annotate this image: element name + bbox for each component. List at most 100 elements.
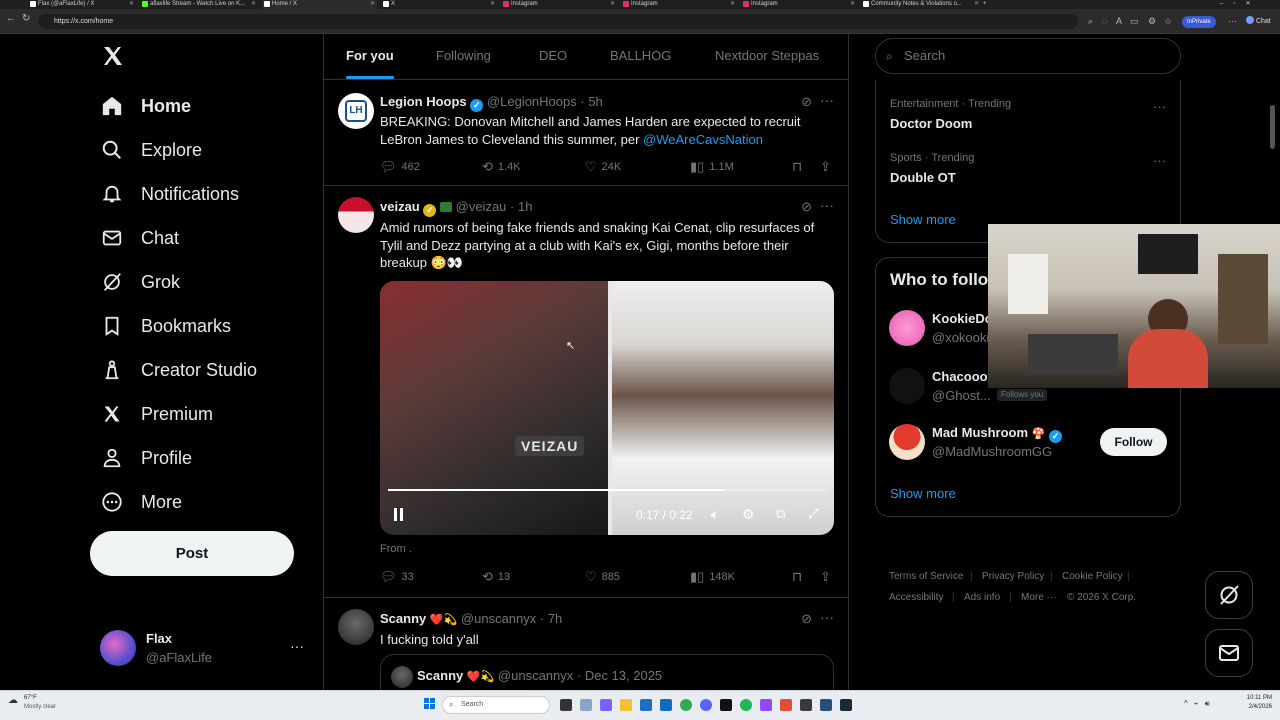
taskbar-search[interactable]: ⌕ Search xyxy=(442,696,550,714)
app-icon[interactable] xyxy=(600,699,612,711)
reply-button[interactable]: 💬︎ 33 xyxy=(380,569,414,585)
scrollbar-thumb[interactable] xyxy=(1270,105,1275,149)
obs-icon[interactable] xyxy=(720,699,732,711)
author-name[interactable]: Scanny xyxy=(380,611,426,626)
tab-for-you[interactable]: For you xyxy=(346,48,394,63)
messages-float-button[interactable] xyxy=(1205,629,1253,677)
share-button[interactable]: ⇪ xyxy=(820,569,836,585)
author-handle[interactable]: @veizau xyxy=(456,199,507,214)
post-button[interactable]: Post xyxy=(90,531,294,576)
video-progress-track[interactable] xyxy=(388,489,826,491)
tab-nextdoor-steppas[interactable]: Nextdoor Steppas xyxy=(715,48,819,63)
steam-icon[interactable] xyxy=(840,699,852,711)
grok-icon[interactable]: ⊘ xyxy=(801,199,812,215)
more-dots-icon[interactable]: ··· xyxy=(820,92,834,108)
quote-tweet[interactable]: Scanny ❤️💫 @unscannyx · Dec 13, 2025 xyxy=(380,654,834,690)
store-icon[interactable] xyxy=(640,699,652,711)
file-explorer-icon[interactable] xyxy=(620,699,632,711)
avatar[interactable] xyxy=(889,368,925,404)
inprivate-badge[interactable]: InPrivate xyxy=(1182,16,1216,28)
tracking-icon[interactable]: ◌ xyxy=(1102,16,1107,26)
reply-button[interactable]: 💬︎ 462 xyxy=(380,159,420,175)
suggestion-name[interactable]: Mad Mushroom 🍄 ✓ xyxy=(932,425,1063,443)
browser-tab[interactable]: Instagram ✕ xyxy=(621,0,737,9)
nav-grok[interactable]: Grok xyxy=(100,264,180,300)
nav-more[interactable]: More xyxy=(100,484,182,520)
like-button[interactable]: ♡ 24K xyxy=(585,159,621,175)
task-view-icon[interactable] xyxy=(560,699,572,711)
grok-float-button[interactable] xyxy=(1205,571,1253,619)
tab-ballhog[interactable]: BALLHOG xyxy=(610,48,671,63)
nav-explore[interactable]: Explore xyxy=(100,132,202,168)
weather-icon[interactable]: ☁ xyxy=(8,695,18,706)
browser-tab[interactable]: aflaxlife Stream - Watch Live on K... ✕ xyxy=(140,0,258,9)
browser-tab[interactable]: Community Notes & Violations o... ✕ xyxy=(861,0,981,9)
app-icon[interactable] xyxy=(780,699,792,711)
more-dots-icon[interactable]: ··· xyxy=(1153,153,1166,168)
nav-notifications[interactable]: Notifications xyxy=(100,176,239,212)
spotify-icon[interactable] xyxy=(740,699,752,711)
app-icon[interactable] xyxy=(800,699,812,711)
browser-tab[interactable]: Instagram ✕ xyxy=(501,0,617,9)
more-dots-icon[interactable]: ··· xyxy=(290,638,304,654)
tweet-time[interactable]: · 5h xyxy=(580,94,602,109)
grok-icon[interactable]: ⊘ xyxy=(801,94,812,110)
footer-link[interactable]: More ··· xyxy=(1021,592,1057,603)
share-button[interactable]: ⇪ xyxy=(820,159,836,175)
clock-date[interactable]: 2/4/2026 xyxy=(1232,704,1272,710)
nav-profile[interactable]: Profile xyxy=(100,440,192,476)
app-icon[interactable] xyxy=(820,699,832,711)
author-handle[interactable]: @unscannyx xyxy=(461,611,536,626)
footer-link[interactable]: Privacy Policy xyxy=(982,571,1044,582)
back-icon[interactable]: ← xyxy=(6,13,16,24)
tweet-time[interactable]: · 1h xyxy=(510,199,532,214)
follow-button[interactable]: Follow xyxy=(1100,428,1167,456)
author-name[interactable]: veizau xyxy=(380,199,420,214)
bookmark-button[interactable]: ⊓ xyxy=(792,159,807,175)
window-controls[interactable]: –▫✕ xyxy=(1220,0,1280,9)
footer-link[interactable]: Terms of Service xyxy=(889,571,963,582)
mention-link[interactable]: @WeAreCavsNation xyxy=(643,132,763,147)
tweet[interactable]: veizau ✓ @veizau · 1h ⊘ ··· Amid rumors … xyxy=(324,186,848,598)
system-tray-icons[interactable]: ^⌁🔊︎ xyxy=(1184,699,1216,709)
pause-icon[interactable] xyxy=(392,507,406,523)
url-field[interactable]: https://x.com/home xyxy=(38,14,1078,29)
refresh-icon[interactable]: ↻ xyxy=(22,13,30,24)
like-button[interactable]: ♡ 885 xyxy=(585,569,620,585)
tab-deo[interactable]: DEO xyxy=(539,48,567,63)
x-logo[interactable] xyxy=(101,44,125,73)
nav-premium[interactable]: Premium xyxy=(100,396,213,432)
twitch-icon[interactable] xyxy=(760,699,772,711)
trend-item[interactable]: Doctor Doom xyxy=(890,116,972,131)
video-player[interactable]: VEIZAU 0:17 / 0:22 🔈︎ ⚙ ⧉ ⤢ ↖ xyxy=(380,281,834,535)
browser-tab-active[interactable]: Home / X ✕ xyxy=(262,0,377,9)
widgets-icon[interactable] xyxy=(580,699,592,711)
show-more-link[interactable]: Show more xyxy=(890,212,956,227)
author-name[interactable]: Legion Hoops xyxy=(380,94,467,109)
volume-icon[interactable]: 🔈︎ xyxy=(711,506,719,523)
fullscreen-icon[interactable]: ⤢ xyxy=(808,506,818,522)
settings-gear-icon[interactable]: ⚙ xyxy=(742,506,755,523)
nav-creator-studio[interactable]: Creator Studio xyxy=(100,352,257,388)
nav-home[interactable]: Home xyxy=(100,88,191,124)
chrome-icon[interactable] xyxy=(680,699,692,711)
tab-following[interactable]: Following xyxy=(436,48,491,63)
avatar[interactable] xyxy=(338,197,374,233)
avatar[interactable]: LH xyxy=(338,93,374,129)
immersive-icon[interactable]: ▭ xyxy=(1130,16,1139,27)
read-aloud-icon[interactable]: A xyxy=(1116,16,1122,26)
browser-tab[interactable]: Instagram ✕ xyxy=(741,0,857,9)
avatar[interactable] xyxy=(889,424,925,460)
show-more-link[interactable]: Show more xyxy=(890,486,956,501)
discord-icon[interactable] xyxy=(700,699,712,711)
video-source-label[interactable]: From . xyxy=(380,543,412,555)
clock-time[interactable]: 10:11 PM xyxy=(1232,695,1272,701)
tweet[interactable]: Scanny ❤️💫 @unscannyx · 7h ⊘ ··· I fucki… xyxy=(324,598,848,690)
extensions-icon[interactable]: ⚙ xyxy=(1148,16,1156,27)
pip-icon[interactable]: ⧉ xyxy=(776,506,785,522)
tweet[interactable]: LH Legion Hoops ✓ @LegionHoops · 5h ⊘ ··… xyxy=(324,81,848,186)
weather-temp[interactable]: 67°F xyxy=(24,695,37,701)
repost-button[interactable]: ⟲ 13 xyxy=(482,569,510,585)
more-icon[interactable]: ··· xyxy=(1228,16,1237,26)
nav-chat[interactable]: Chat xyxy=(100,220,179,256)
